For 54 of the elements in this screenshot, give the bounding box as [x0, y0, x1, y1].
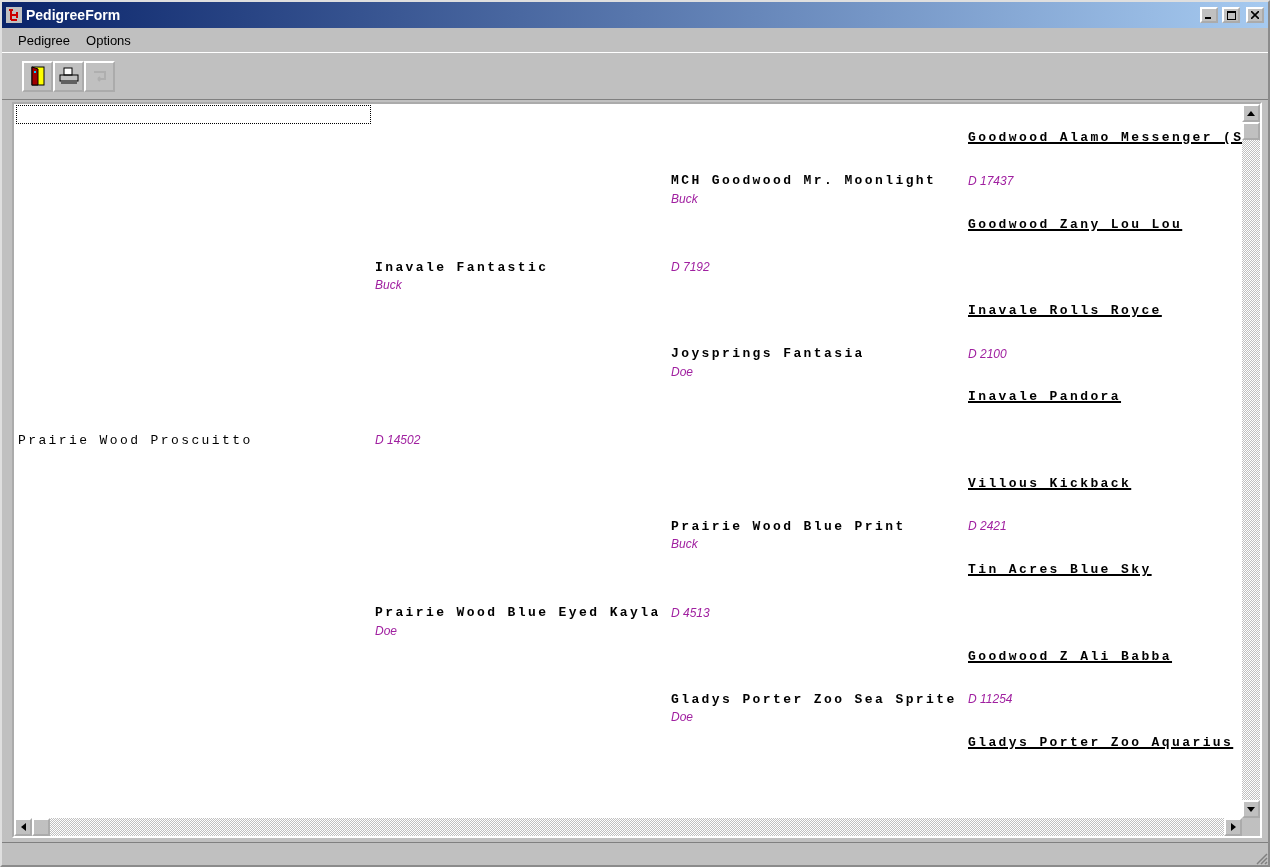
- ancestor-link[interactable]: Gladys Porter Zoo Aquarius: [968, 734, 1234, 750]
- sex-label: Doe: [375, 623, 397, 638]
- sex-label: Doe: [671, 364, 693, 379]
- close-button[interactable]: [1246, 7, 1264, 23]
- window-title: PedigreeForm: [26, 7, 122, 23]
- registration-number: D 11254: [968, 692, 1013, 707]
- scroll-right-button[interactable]: [1224, 818, 1242, 836]
- scroll-thumb[interactable]: [1242, 122, 1260, 140]
- ancestor-link[interactable]: Villous Kickback: [968, 475, 1132, 491]
- registration-number: D 7192: [671, 260, 710, 275]
- registration-number: D 2100: [968, 346, 1007, 361]
- app-icon: [6, 7, 22, 23]
- ancestor-link[interactable]: Goodwood Z Ali Babba: [968, 648, 1173, 664]
- animal-name: Joysprings Fantasia: [671, 346, 866, 362]
- animal-name: Inavale Fantastic: [375, 259, 550, 275]
- registration-number: D 2421: [968, 519, 1007, 534]
- toolbar-button[interactable]: [53, 60, 84, 92]
- sex-label: Buck: [671, 537, 698, 552]
- down-arrow-icon: [1247, 806, 1255, 812]
- resize-grip-icon[interactable]: [1254, 851, 1268, 865]
- maximize-icon: [1226, 10, 1236, 20]
- sex-label: Doe: [671, 710, 693, 725]
- animal-name: Prairie Wood Blue Eyed Kayla: [375, 605, 662, 621]
- right-arrow-icon: [1230, 823, 1236, 831]
- registration-number: D 17437: [968, 174, 1014, 188]
- menu-item[interactable]: Pedigree: [18, 32, 71, 48]
- animal-name: MCH Goodwood Mr. Moonlight: [671, 173, 938, 189]
- sex-label: Buck: [375, 278, 402, 293]
- animal-name: Prairie Wood Blue Print: [671, 519, 907, 534]
- minimize-button[interactable]: [1200, 7, 1218, 23]
- animal-name: Gladys Porter Zoo Sea Sprite: [671, 691, 958, 707]
- scroll-up-button[interactable]: [1242, 104, 1260, 122]
- registration-number: D 14502: [375, 433, 421, 448]
- printer-icon: [58, 67, 79, 85]
- scrollbar-corner: [1242, 818, 1260, 836]
- sex-label: Buck: [671, 191, 698, 206]
- maximize-button[interactable]: [1222, 7, 1240, 23]
- animal-name: Prairie Wood Proscuitto: [18, 432, 254, 448]
- toolbar-button[interactable]: [22, 60, 53, 92]
- ancestor-link[interactable]: Inavale Rolls Royce: [968, 303, 1162, 319]
- ancestor-link[interactable]: Tin Acres Blue Sky: [968, 562, 1152, 578]
- close-icon: [1251, 11, 1259, 19]
- left-arrow-icon: [20, 823, 26, 831]
- ancestor-link[interactable]: Inavale Pandora: [968, 389, 1122, 405]
- menu-item[interactable]: Options: [86, 32, 131, 48]
- vertical-scrollbar[interactable]: [1242, 104, 1260, 818]
- up-arrow-icon: [1247, 110, 1255, 116]
- scroll-left-button[interactable]: [14, 818, 32, 836]
- ancestor-link[interactable]: Goodwood Zany Lou Lou: [968, 216, 1183, 232]
- registration-number: D 4513: [671, 605, 710, 620]
- scroll-thumb[interactable]: [32, 818, 50, 836]
- door-icon: [30, 66, 45, 86]
- scroll-down-button[interactable]: [1242, 800, 1260, 818]
- horizontal-scrollbar[interactable]: [14, 818, 1242, 836]
